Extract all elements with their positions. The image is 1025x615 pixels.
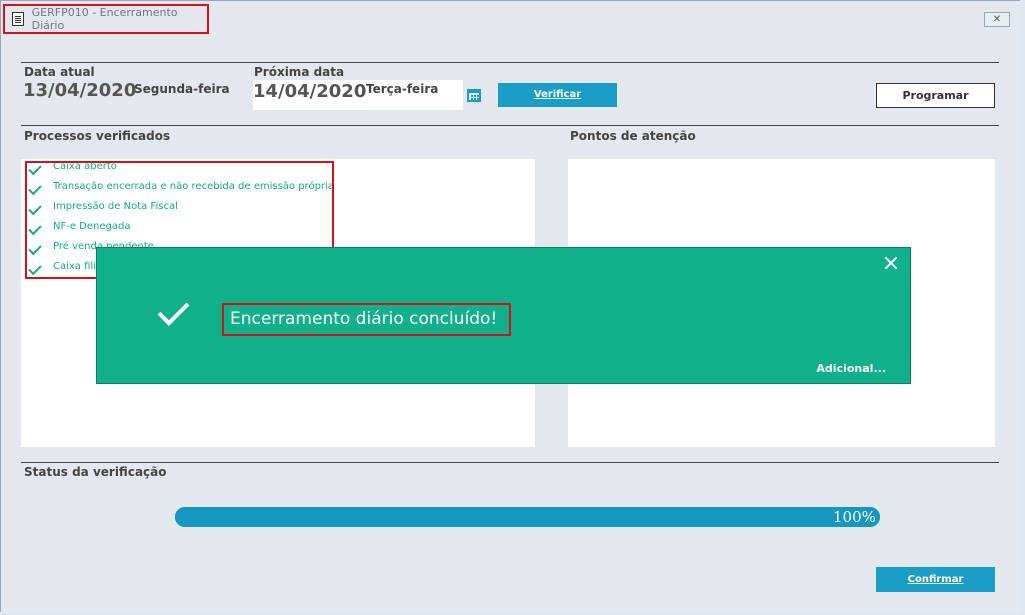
toast-more-link[interactable]: Adicional...: [816, 362, 886, 375]
toast-close-icon[interactable]: [884, 256, 898, 270]
schedule-button[interactable]: Programar: [876, 83, 995, 108]
bottom-divider: [21, 462, 999, 463]
title-highlight: GERFP010 - Encerramento Diário: [3, 4, 209, 34]
window-close-button[interactable]: ✕: [984, 12, 1010, 27]
status-heading: Status da verificação: [24, 465, 167, 479]
current-date-label: Data atual: [24, 65, 95, 79]
next-day: Terça-feira: [366, 82, 439, 96]
document-icon: [12, 12, 24, 26]
success-toast: Encerramento diário concluído! Adicional…: [96, 247, 911, 384]
progress-label: 100%: [833, 508, 876, 526]
current-date-value: 13/04/2020: [23, 80, 137, 101]
middle-divider: [21, 125, 999, 126]
top-divider: [21, 62, 999, 63]
toast-message-highlight: Encerramento diário concluído!: [222, 303, 511, 336]
processes-heading: Processos verificados: [24, 129, 171, 143]
current-day: Segunda-feira: [134, 82, 230, 96]
next-date-value[interactable]: 14/04/2020: [253, 81, 366, 102]
title-bar: GERFP010 - Encerramento Diário ✕: [1, 1, 1021, 37]
attention-heading: Pontos de atenção: [570, 129, 696, 143]
toast-check-icon: [157, 294, 190, 326]
daily-closing-window: GERFP010 - Encerramento Diário ✕ Data at…: [0, 0, 1021, 613]
content-area: Data atual 13/04/2020 Segunda-feira Próx…: [1, 37, 1021, 613]
toast-message: Encerramento diário concluído!: [230, 309, 498, 329]
next-date-label: Próxima data: [254, 65, 345, 79]
verify-button[interactable]: Verificar: [498, 83, 617, 107]
progress-fill: [175, 507, 880, 527]
calendar-icon[interactable]: [467, 89, 481, 102]
verification-progress-bar: [175, 507, 880, 527]
confirm-button[interactable]: Confirmar: [876, 567, 995, 592]
window-title: GERFP010 - Encerramento Diário: [31, 6, 178, 32]
